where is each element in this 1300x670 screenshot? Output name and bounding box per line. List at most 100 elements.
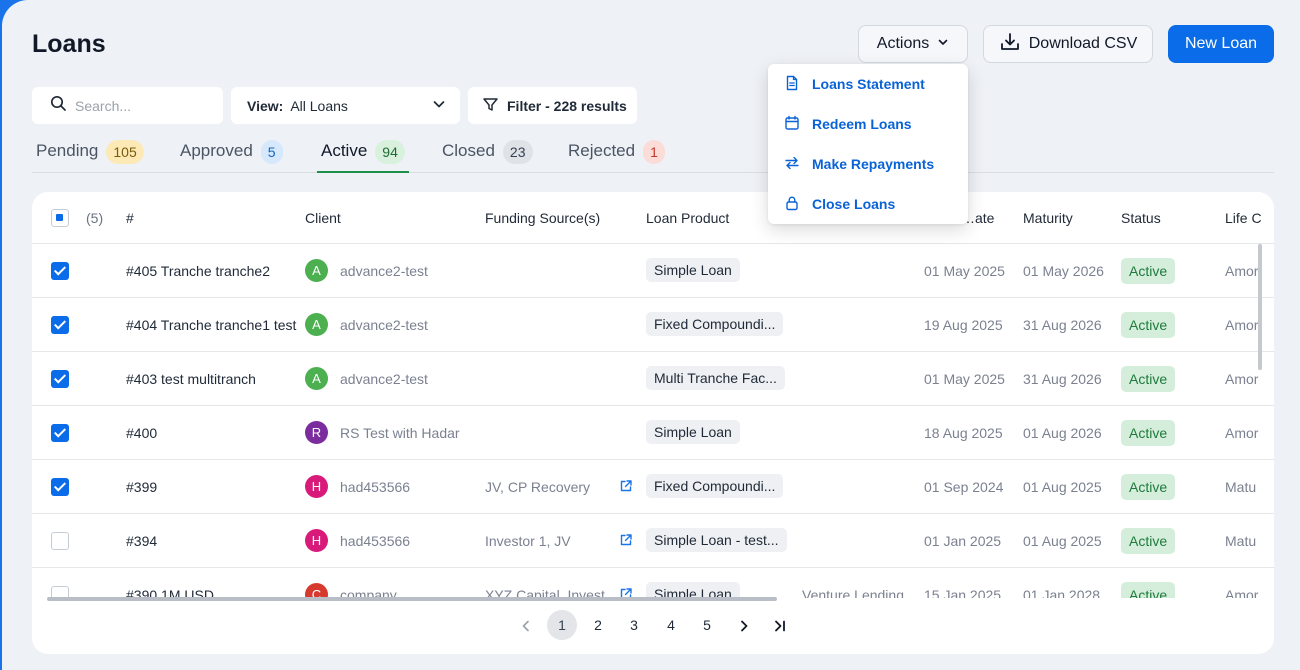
start-date: 01 Sep 2024 [924, 479, 1004, 495]
page-button-5[interactable]: 5 [692, 610, 722, 640]
funding-source: Investor 1, JV [485, 533, 571, 549]
tab-closed[interactable]: Closed 23 [442, 139, 533, 172]
table-row[interactable]: #403 test multitranch A advance2-test Mu… [32, 352, 1274, 406]
column-header-status[interactable]: Status [1121, 210, 1161, 226]
column-header-loan-product[interactable]: Loan Product [646, 210, 729, 226]
life-cycle: Amor [1225, 317, 1259, 333]
loan-product-chip: Simple Loan [646, 582, 740, 598]
page-button-3[interactable]: 3 [619, 610, 649, 640]
document-icon [784, 75, 800, 94]
menu-item-loans-statement[interactable]: Loans Statement [784, 72, 925, 96]
column-header-number[interactable]: # [126, 210, 134, 226]
menu-item-redeem-loans[interactable]: Redeem Loans [784, 112, 912, 136]
maturity-date: 01 Jan 2028 [1023, 587, 1101, 598]
column-header-maturity[interactable]: Maturity [1023, 210, 1073, 226]
loan-product-chip: Multi Tranche Fac... [646, 366, 785, 390]
app-window: Loans Actions Download CSV New Loan View… [2, 0, 1300, 670]
external-link-icon[interactable] [619, 479, 633, 496]
column-header-life-cycle[interactable]: Life C [1225, 210, 1262, 226]
maturity-date: 01 Aug 2025 [1023, 533, 1102, 549]
row-checkbox[interactable] [51, 370, 69, 388]
new-loan-button[interactable]: New Loan [1168, 25, 1274, 63]
view-select[interactable]: View: All Loans [231, 87, 460, 124]
table-row[interactable]: #390 1M USD C company XYZ Capital, Inves… [32, 568, 1274, 598]
row-checkbox[interactable] [51, 316, 69, 334]
start-date: 15 Jan 2025 [924, 587, 1002, 598]
column-header-client[interactable]: Client [305, 210, 341, 226]
menu-item-label: Make Repayments [812, 156, 935, 172]
select-all-checkbox[interactable] [51, 209, 69, 227]
prev-page-icon[interactable] [511, 610, 541, 640]
status-badge: Active [1121, 312, 1176, 338]
status-badge: Active [1121, 420, 1176, 446]
row-checkbox[interactable] [51, 424, 69, 442]
vertical-scrollbar[interactable] [1258, 244, 1262, 370]
loan-number[interactable]: #405 Tranche tranche2 [126, 263, 270, 279]
tab-label: Rejected [568, 141, 636, 160]
tab-count-badge: 105 [106, 140, 144, 164]
tab-pending[interactable]: Pending 105 [36, 139, 144, 172]
table-row[interactable]: #394 H had453566 Investor 1, JV Simple L… [32, 514, 1274, 568]
start-date: 01 Jan 2025 [924, 533, 1002, 549]
horizontal-scrollbar[interactable] [47, 597, 777, 601]
swap-arrows-icon [784, 155, 800, 174]
search-box [32, 87, 223, 124]
loan-product-chip: Simple Loan [646, 258, 740, 282]
tab-approved[interactable]: Approved 5 [180, 139, 283, 172]
loan-number[interactable]: #400 [126, 425, 157, 441]
menu-item-make-repayments[interactable]: Make Repayments [784, 152, 934, 176]
page-button-2[interactable]: 2 [583, 610, 613, 640]
page-button-4[interactable]: 4 [656, 610, 686, 640]
menu-item-close-loans[interactable]: Close Loans [784, 192, 895, 216]
table-row[interactable]: #404 Tranche tranche1 test A advance2-te… [32, 298, 1274, 352]
funding-source: JV, CP Recovery [485, 479, 591, 495]
client-name: had453566 [340, 479, 411, 495]
loans-table-card: (5) # Client Funding Source(s) Loan Prod… [32, 192, 1274, 654]
status-badge: Active [1121, 258, 1176, 284]
loan-number[interactable]: #399 [126, 479, 157, 495]
page-button-1[interactable]: 1 [547, 610, 577, 640]
last-page-icon[interactable] [765, 610, 795, 640]
client-name: advance2-test [340, 263, 428, 279]
status-badge: Active [1121, 474, 1176, 500]
external-link-icon[interactable] [619, 533, 633, 550]
life-cycle: Amor [1225, 425, 1259, 441]
loan-product-chip: Fixed Compoundi... [646, 312, 784, 336]
table-row[interactable]: #399 H had453566 JV, CP Recovery Fixed C… [32, 460, 1274, 514]
lock-icon [784, 195, 800, 214]
start-date: 19 Aug 2025 [924, 317, 1003, 333]
chevron-down-icon [937, 35, 949, 53]
table-header: (5) # Client Funding Source(s) Loan Prod… [32, 192, 1274, 244]
filter-icon [482, 96, 499, 116]
client-avatar: A [305, 313, 328, 336]
loan-number[interactable]: #403 test multitranch [126, 371, 256, 387]
new-loan-label: New Loan [1184, 35, 1258, 52]
tab-label: Pending [36, 141, 99, 160]
download-csv-button[interactable]: Download CSV [983, 25, 1153, 63]
table-row[interactable]: #405 Tranche tranche2 A advance2-test Si… [32, 244, 1274, 298]
client-avatar: C [305, 583, 328, 598]
life-cycle: Matu [1225, 533, 1257, 549]
client-avatar: H [305, 529, 328, 552]
client-avatar: H [305, 475, 328, 498]
loan-product-chip: Simple Loan - test... [646, 528, 787, 552]
loan-number[interactable]: #394 [126, 533, 157, 549]
row-checkbox[interactable] [51, 532, 69, 550]
client-name: advance2-test [340, 317, 428, 333]
next-page-icon[interactable] [729, 610, 759, 640]
actions-button[interactable]: Actions [858, 25, 968, 63]
loan-type: Venture Lending [802, 587, 904, 598]
loan-number[interactable]: #404 Tranche tranche1 test [126, 317, 296, 333]
maturity-date: 01 Aug 2026 [1023, 425, 1102, 441]
column-header-funding-source[interactable]: Funding Source(s) [485, 210, 600, 226]
row-checkbox[interactable] [51, 262, 69, 280]
table-row[interactable]: #400 R RS Test with Hadar Simple Loan 18… [32, 406, 1274, 460]
tab-rejected[interactable]: Rejected 1 [568, 139, 665, 172]
tab-label: Closed [442, 141, 495, 160]
search-input[interactable] [75, 97, 205, 114]
start-date: 01 May 2025 [924, 371, 1005, 387]
active-tab-indicator [317, 171, 409, 173]
filter-button[interactable]: Filter - 228 results [468, 87, 637, 124]
row-checkbox[interactable] [51, 478, 69, 496]
tab-active[interactable]: Active 94 [317, 139, 409, 173]
